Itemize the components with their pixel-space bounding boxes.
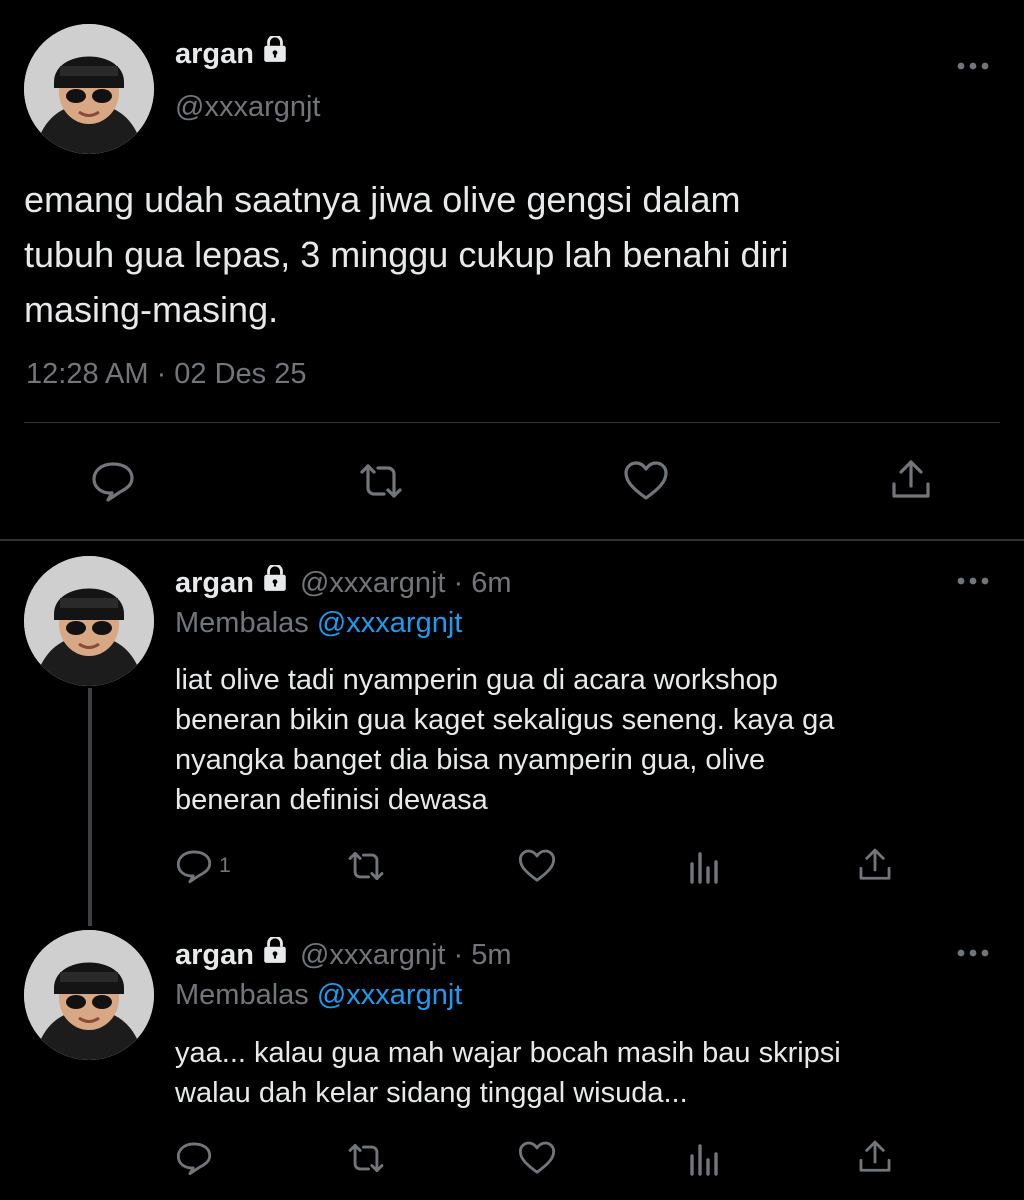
replying-prefix: Membalas [175,607,309,639]
views-icon[interactable] [688,850,722,884]
reply-button[interactable]: 1 [175,848,231,884]
retweet-icon[interactable] [345,1140,387,1176]
display-name[interactable]: argan [175,38,254,71]
tweet-text-line: masing-masing. [24,289,279,330]
author-name-row: argan [175,34,288,72]
replying-to: Membalas @xxxargnjt [175,607,462,640]
avatar[interactable] [24,24,154,154]
avatar[interactable] [24,556,154,686]
reply-icon [175,848,213,884]
timestamp[interactable]: 12:28 AM · 02 Des 25 [26,358,307,391]
lock-icon [262,34,288,72]
handle[interactable]: @xxxargnjt [175,91,320,124]
retweet-icon[interactable] [356,460,406,502]
display-name[interactable]: argan [175,567,254,600]
avatar[interactable] [24,930,154,1060]
handle-time[interactable]: @xxxargnjt · 5m [300,939,512,972]
like-icon[interactable] [517,1140,557,1176]
tweet-text-line: yaa... kalau gua mah wajar bocah masih b… [175,1037,841,1069]
tweet-text: liat olive tadi nyamperin gua di acara w… [175,660,1005,820]
more-icon[interactable] [956,58,990,76]
replying-handle-link[interactable]: @xxxargnjt [317,607,462,639]
tweet-text: emang udah saatnya jiwa olive gengsi dal… [24,172,1004,337]
views-icon[interactable] [688,1142,722,1176]
author-row: argan @xxxargnjt · 6m [175,563,512,601]
author-row: argan @xxxargnjt · 5m [175,935,512,973]
reply-icon[interactable] [90,460,136,502]
tweet-text-line: tubuh gua lepas, 3 minggu cukup lah bena… [24,234,789,275]
share-icon[interactable] [888,458,934,502]
replying-to: Membalas @xxxargnjt [175,979,462,1012]
tweet-text: yaa... kalau gua mah wajar bocah masih b… [175,1033,1005,1113]
display-name[interactable]: argan [175,939,254,972]
share-icon[interactable] [856,846,894,884]
tweet-text-line: beneran bikin gua kaget sekaligus seneng… [175,704,835,736]
more-icon[interactable] [956,945,990,963]
thread-line [88,688,92,926]
tweet-text-line: liat olive tadi nyamperin gua di acara w… [175,664,778,696]
divider [24,422,1000,423]
more-icon[interactable] [956,573,990,591]
retweet-icon[interactable] [345,848,387,884]
share-icon[interactable] [856,1138,894,1176]
reply-count: 1 [219,854,231,877]
like-icon[interactable] [622,460,670,502]
lock-icon [262,563,288,601]
reply-icon[interactable] [175,1140,213,1176]
tweet-text-line: beneran definisi dewasa [175,784,488,816]
divider [0,539,1024,541]
tweet-text-line: nyangka banget dia bisa nyamperin gua, o… [175,744,766,776]
lock-icon [262,935,288,973]
tweet-text-line: walau dah kelar sidang tinggal wisuda... [175,1077,688,1109]
replying-handle-link[interactable]: @xxxargnjt [317,979,462,1011]
like-icon[interactable] [517,848,557,884]
tweet-text-line: emang udah saatnya jiwa olive gengsi dal… [24,179,741,220]
replying-prefix: Membalas [175,979,309,1011]
handle-time[interactable]: @xxxargnjt · 6m [300,567,512,600]
